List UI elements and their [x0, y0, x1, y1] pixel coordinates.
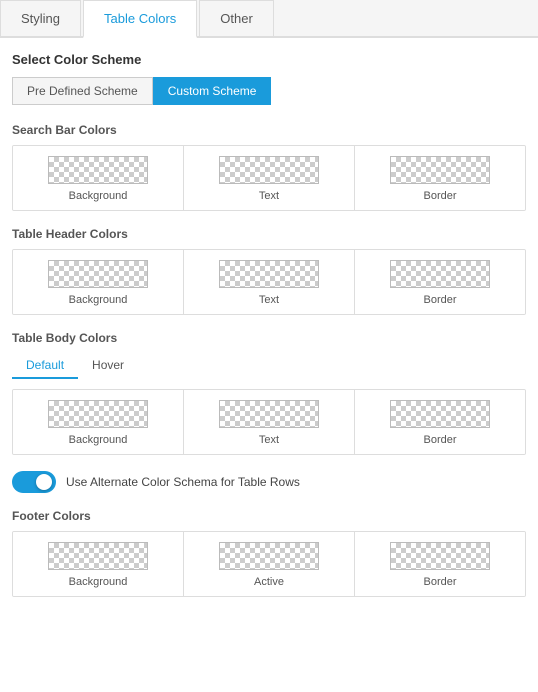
header-background-label: Background — [69, 294, 128, 306]
body-background-cell[interactable]: Background — [13, 390, 184, 454]
header-text-swatch — [219, 260, 319, 288]
footer-border-cell[interactable]: Border — [355, 532, 525, 596]
tab-other[interactable]: Other — [199, 0, 274, 36]
sub-tab-default[interactable]: Default — [12, 353, 78, 379]
footer-background-cell[interactable]: Background — [13, 532, 184, 596]
body-border-cell[interactable]: Border — [355, 390, 525, 454]
select-color-scheme-title: Select Color Scheme — [12, 52, 526, 67]
main-content: Select Color Scheme Pre Defined Scheme C… — [0, 38, 538, 627]
footer-border-label: Border — [423, 576, 456, 588]
body-text-label: Text — [259, 434, 279, 446]
footer-background-label: Background — [69, 576, 128, 588]
footer-background-swatch — [48, 542, 148, 570]
footer-active-cell[interactable]: Active — [184, 532, 355, 596]
header-border-swatch — [390, 260, 490, 288]
sub-tab-hover[interactable]: Hover — [78, 353, 138, 379]
table-body-colors-section: Table Body Colors Default Hover Backgrou… — [12, 331, 526, 455]
search-text-swatch — [219, 156, 319, 184]
body-border-swatch — [390, 400, 490, 428]
header-background-cell[interactable]: Background — [13, 250, 184, 314]
table-body-colors-title: Table Body Colors — [12, 331, 526, 345]
body-background-label: Background — [69, 434, 128, 446]
toggle-label: Use Alternate Color Schema for Table Row… — [66, 475, 300, 489]
footer-color-grid: Background Active Border — [12, 531, 526, 597]
search-background-swatch — [48, 156, 148, 184]
body-border-label: Border — [423, 434, 456, 446]
table-header-color-grid: Background Text Border — [12, 249, 526, 315]
footer-border-swatch — [390, 542, 490, 570]
header-border-label: Border — [423, 294, 456, 306]
tab-styling[interactable]: Styling — [0, 0, 81, 36]
tab-bar: Styling Table Colors Other — [0, 0, 538, 38]
header-text-cell[interactable]: Text — [184, 250, 355, 314]
search-border-label: Border — [423, 190, 456, 202]
toggle-thumb — [36, 474, 52, 490]
footer-active-label: Active — [254, 576, 284, 588]
table-body-color-grid: Background Text Border — [12, 389, 526, 455]
search-background-label: Background — [69, 190, 128, 202]
toggle-row: Use Alternate Color Schema for Table Row… — [12, 471, 526, 493]
search-text-label: Text — [259, 190, 279, 202]
table-header-colors-title: Table Header Colors — [12, 227, 526, 241]
alternate-color-toggle[interactable] — [12, 471, 56, 493]
search-bar-color-grid: Background Text Border — [12, 145, 526, 211]
predefined-scheme-button[interactable]: Pre Defined Scheme — [12, 77, 153, 105]
body-sub-tab-bar: Default Hover — [12, 353, 526, 379]
search-border-swatch — [390, 156, 490, 184]
table-header-colors-section: Table Header Colors Background Text Bord… — [12, 227, 526, 315]
header-text-label: Text — [259, 294, 279, 306]
header-border-cell[interactable]: Border — [355, 250, 525, 314]
search-border-cell[interactable]: Border — [355, 146, 525, 210]
tab-table-colors[interactable]: Table Colors — [83, 0, 197, 38]
custom-scheme-button[interactable]: Custom Scheme — [153, 77, 272, 105]
body-text-swatch — [219, 400, 319, 428]
footer-colors-title: Footer Colors — [12, 509, 526, 523]
header-background-swatch — [48, 260, 148, 288]
search-bar-colors-section: Search Bar Colors Background Text Border — [12, 123, 526, 211]
search-background-cell[interactable]: Background — [13, 146, 184, 210]
footer-active-swatch — [219, 542, 319, 570]
body-background-swatch — [48, 400, 148, 428]
scheme-button-group: Pre Defined Scheme Custom Scheme — [12, 77, 526, 105]
search-text-cell[interactable]: Text — [184, 146, 355, 210]
footer-colors-section: Footer Colors Background Active Border — [12, 509, 526, 597]
search-bar-colors-title: Search Bar Colors — [12, 123, 526, 137]
body-text-cell[interactable]: Text — [184, 390, 355, 454]
